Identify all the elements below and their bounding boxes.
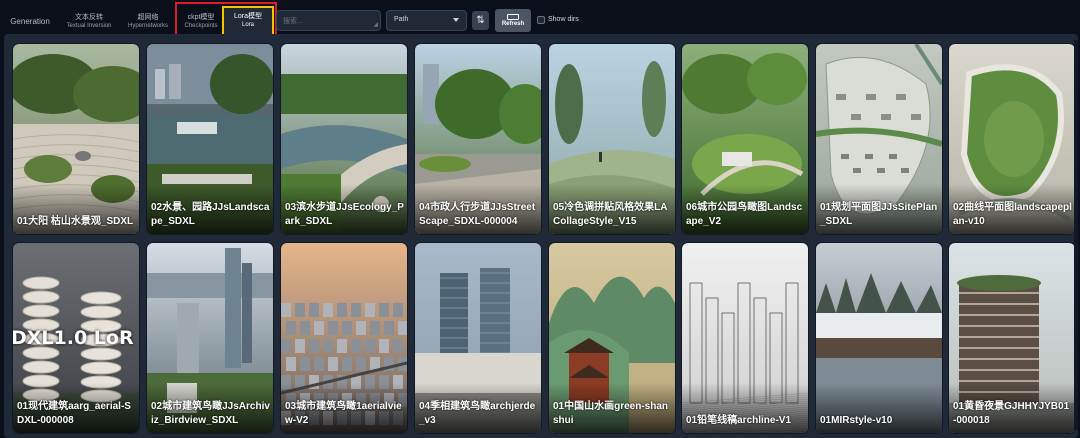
lora-card[interactable]: 01黄昏夜景GJHHYJYB01-000018 xyxy=(949,243,1075,433)
lora-card[interactable]: 05冷色调拼贴风格效果LACollageStyle_V15 xyxy=(549,44,675,234)
refresh-label: Refresh xyxy=(501,20,525,27)
lora-card-label: 01现代建筑aarg_aerial-SDXL-000008 xyxy=(17,401,131,426)
refresh-button[interactable]: Refresh xyxy=(495,9,531,32)
lora-card[interactable]: 04市政人行步道JJsStreetScape_SDXL-000004 xyxy=(415,44,541,234)
tab-lora[interactable]: Lora模型 Lora xyxy=(224,8,272,34)
lora-card[interactable]: 01规划平面图JJsSitePlan_SDXL xyxy=(816,44,942,234)
chevron-down-icon xyxy=(453,18,459,22)
tab-textual-inversion-label: 文本反转 xyxy=(75,14,103,21)
sort-direction-button[interactable]: ⇅ xyxy=(472,11,489,30)
lora-card[interactable]: 01铅笔线稿archline-V1 xyxy=(682,243,808,433)
lora-card-label: 05冷色调拼贴风格效果LACollageStyle_V15 xyxy=(553,202,668,227)
refresh-icon xyxy=(507,13,519,20)
tab-lora-sublabel: Lora xyxy=(241,22,254,28)
scrollbar[interactable] xyxy=(1074,40,1078,430)
lora-card[interactable]: 03滨水步道JJsEcology_Park_SDXL xyxy=(281,44,407,234)
lora-card-label: 06城市公园鸟瞰图Landscape_V2 xyxy=(686,202,803,227)
show-dirs-checkbox[interactable] xyxy=(537,16,545,24)
tab-hypernetworks[interactable]: 超网络 Hypernetworks xyxy=(122,8,174,36)
tab-checkpoints-label: ckpt模型 xyxy=(187,14,215,21)
lora-card-label: 01大阳 枯山水景观_SDXL xyxy=(17,216,134,227)
tab-generation[interactable]: Generation xyxy=(6,8,54,36)
resize-handle-icon[interactable]: ◢ xyxy=(373,22,378,28)
lora-card-label: 03城市建筑鸟瞰1aerialview-V2 xyxy=(285,401,402,426)
lora-card[interactable]: 01中国山水画green-shanshui xyxy=(549,243,675,433)
tab-generation-label: Generation xyxy=(10,17,50,26)
lora-card[interactable]: DXL1.0 LoR 01现代建筑aarg_aerial-SDXL-000008 xyxy=(13,243,139,433)
show-dirs-label: Show dirs xyxy=(548,16,579,23)
search-placeholder: 搜索... xyxy=(283,18,303,25)
tab-checkpoints-sublabel: Checkpoints xyxy=(184,23,218,29)
sort-direction-icon: ⇅ xyxy=(476,15,485,26)
search-input[interactable]: 搜索... ◢ xyxy=(276,10,381,31)
lora-card[interactable]: 06城市公园鸟瞰图Landscape_V2 xyxy=(682,44,808,234)
lora-card[interactable]: 03城市建筑鸟瞰1aerialview-V2 xyxy=(281,243,407,433)
lora-card-label: 01规划平面图JJsSitePlan_SDXL xyxy=(820,202,938,227)
lora-card[interactable]: 01MIRstyle-v10 xyxy=(816,243,942,433)
tab-hypernetworks-label: 超网络 xyxy=(137,14,159,21)
lora-card-label: 03滨水步道JJsEcology_Park_SDXL xyxy=(285,202,404,227)
lora-card[interactable]: 02曲线平面图landscapeplan-v10 xyxy=(949,44,1075,234)
lora-card[interactable]: 02水景、园路JJsLandscape_SDXL xyxy=(147,44,273,234)
lora-card-label: 01黄昏夜景GJHHYJYB01-000018 xyxy=(953,401,1070,426)
tab-lora-label: Lora模型 xyxy=(233,13,262,20)
sort-select-value: Path xyxy=(394,16,409,23)
tab-hypernetworks-sublabel: Hypernetworks xyxy=(127,23,168,29)
lora-card-label: 04市政人行步道JJsStreetScape_SDXL-000004 xyxy=(419,202,536,227)
sort-select[interactable]: Path xyxy=(386,10,467,31)
lora-card-label: 02水景、园路JJsLandscape_SDXL xyxy=(151,202,270,227)
tab-textual-inversion[interactable]: 文本反转 Textual Inversion xyxy=(58,8,120,36)
lora-card[interactable]: 01大阳 枯山水景观_SDXL xyxy=(13,44,139,234)
lora-card-label: 01中国山水画green-shanshui xyxy=(553,401,669,426)
tab-textual-inversion-sublabel: Textual Inversion xyxy=(66,23,112,29)
lora-card-label: 01MIRstyle-v10 xyxy=(820,415,893,426)
lora-card-label: 02城市建筑鸟瞰JJsArchiviz_Birdview_SDXL xyxy=(151,401,270,426)
lora-card-label: 02曲线平面图landscapeplan-v10 xyxy=(953,202,1072,227)
tab-checkpoints[interactable]: ckpt模型 Checkpoints xyxy=(180,8,222,36)
lora-card[interactable]: 04季相建筑鸟瞰archjerde_v3 xyxy=(415,243,541,433)
lora-card-label: 04季相建筑鸟瞰archjerde_v3 xyxy=(419,401,536,426)
lora-card[interactable]: 02城市建筑鸟瞰JJsArchiviz_Birdview_SDXL xyxy=(147,243,273,433)
lora-gallery-panel: 01大阳 枯山水景观_SDXL 02水景、园路JJsLandscape_SDXL 0… xyxy=(4,34,1078,438)
preview-overlay-text: DXL1.0 LoR xyxy=(13,327,134,349)
lora-card-label: 01铅笔线稿archline-V1 xyxy=(686,415,792,426)
